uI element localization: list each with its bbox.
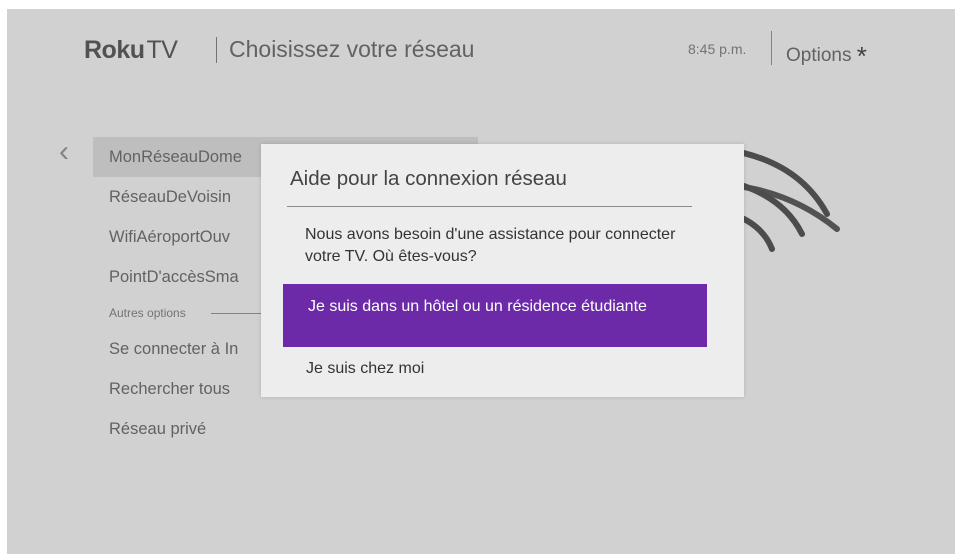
tv-screen: RokuTV Choisissez votre réseau 8:45 p.m.… — [7, 9, 955, 554]
network-help-dialog: Aide pour la connexion réseau Nous avons… — [261, 144, 744, 397]
dialog-title: Aide pour la connexion réseau — [290, 167, 567, 190]
dialog-message: Nous avons besoin d'une assistance pour … — [305, 226, 676, 265]
hotel-option-button[interactable]: Je suis dans un hôtel ou un résidence ét… — [283, 284, 707, 347]
home-option-button[interactable]: Je suis chez moi — [306, 360, 424, 378]
dialog-divider — [287, 206, 692, 207]
